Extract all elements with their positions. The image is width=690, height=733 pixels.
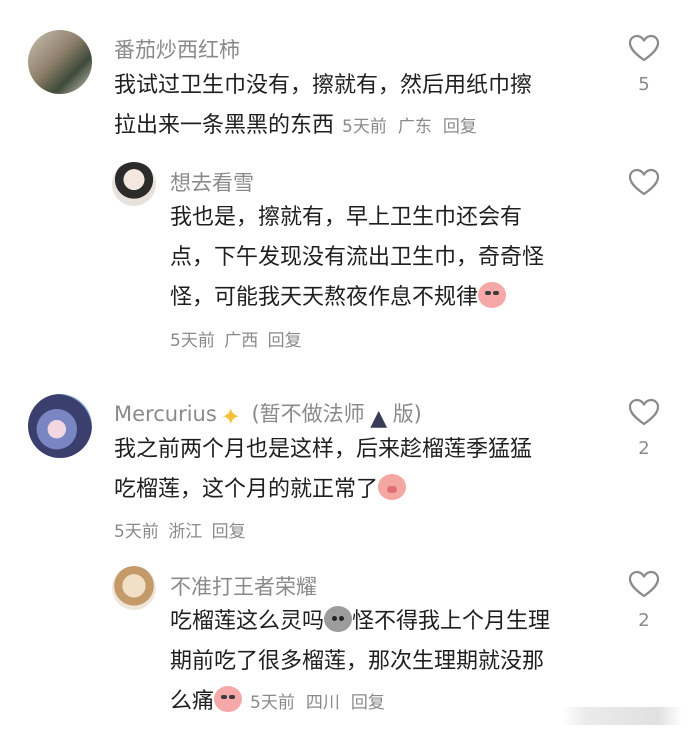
reply-button[interactable]: 回复 (212, 522, 246, 542)
heart-outline-icon (628, 398, 660, 426)
comment-text-line: 我也是，擦就有，早上卫生巾还会有 (170, 205, 523, 230)
crying-face-emoji (478, 282, 507, 308)
username[interactable]: Mercurius ✦ (暂不做法师 ▲ 版) (114, 398, 422, 432)
like-button[interactable]: 2 (626, 570, 662, 631)
location: 四川 (305, 693, 340, 713)
like-count: 2 (638, 438, 650, 459)
comment-text-line: 拉出来一条黑黑的东西 (114, 113, 335, 138)
comment-text[interactable]: 我之前两个月也是这样，后来趁榴莲季猛猛 吃榴莲，这个月的就正常了 (114, 430, 532, 510)
location: 浙江 (168, 522, 203, 542)
comment-text-line: 怪，可能我天天熬夜作息不规律 (170, 285, 479, 310)
comment-text-line-with-emoji: 怪，可能我天天熬夜作息不规律 (170, 278, 544, 318)
like-count: 5 (638, 74, 650, 95)
pig-face-emoji (378, 474, 407, 500)
like-button[interactable] (626, 168, 662, 196)
reply-button[interactable]: 回复 (443, 117, 477, 137)
username[interactable]: 番茄炒西红柿 (114, 34, 240, 64)
rock-face-emoji (324, 606, 353, 632)
username-suffix: (暂不做法师 (251, 402, 365, 426)
like-button[interactable]: 2 (626, 398, 662, 459)
comment-text-line: 么痛 (170, 689, 215, 714)
comment-text-line: 吃榴莲，这个月的就正常了 (114, 477, 379, 502)
timestamp: 5天前 (250, 693, 295, 713)
comment-text-line: 点，下午发现没有流出卫生巾，奇奇怪 (170, 245, 545, 270)
like-button[interactable]: 5 (626, 34, 662, 95)
avatar[interactable] (112, 566, 156, 610)
comment-text-line: 期前吃了很多榴莲，那次生理期就没那 (170, 649, 545, 674)
comment-text-line-with-meta: 么痛 5天前 四川 回复 (170, 682, 550, 723)
comment-text-line: 怪不得我上个月生理 (352, 609, 551, 634)
reply-button[interactable]: 回复 (268, 331, 302, 351)
location: 广东 (397, 117, 432, 137)
like-count: 2 (638, 610, 650, 631)
avatar[interactable] (28, 394, 92, 458)
comment-text-line: 我试过卫生巾没有，擦就有，然后用纸巾擦 (114, 73, 533, 98)
comment-meta: 5天前 浙江 回复 (114, 517, 246, 542)
watermark (562, 707, 682, 725)
timestamp: 5天前 (342, 117, 387, 137)
heart-outline-icon (628, 34, 660, 62)
comment-text-line-with-emoji: 吃榴莲这么灵吗 怪不得我上个月生理 (170, 602, 550, 642)
comment-text[interactable]: 吃榴莲这么灵吗 怪不得我上个月生理 期前吃了很多榴莲，那次生理期就没那 么痛 5天前… (170, 602, 550, 723)
comment-text-line-with-emoji: 吃榴莲，这个月的就正常了 (114, 470, 532, 510)
comment-text-line: 吃榴莲这么灵吗 (170, 609, 325, 634)
heart-outline-icon (628, 570, 660, 598)
witch-emoji: ▲ (370, 406, 388, 431)
comment-text-line-with-meta: 拉出来一条黑黑的东西 5天前 广东 回复 (114, 106, 532, 147)
timestamp: 5天前 (170, 331, 215, 351)
username[interactable]: 想去看雪 (170, 167, 254, 197)
sparkle-star-emoji: ✦ (220, 403, 241, 431)
crying-face-emoji (214, 686, 243, 712)
avatar[interactable] (112, 162, 156, 206)
comment-text[interactable]: 我也是，擦就有，早上卫生巾还会有 点，下午发现没有流出卫生巾，奇奇怪 怪，可能我… (170, 198, 544, 318)
username-suffix: 版) (392, 402, 422, 426)
username-text: Mercurius (114, 402, 217, 426)
timestamp: 5天前 (114, 522, 159, 542)
reply-button[interactable]: 回复 (351, 693, 385, 713)
heart-outline-icon (628, 168, 660, 196)
username[interactable]: 不准打王者荣耀 (170, 571, 317, 601)
location: 广西 (224, 331, 259, 351)
comment-text-line: 我之前两个月也是这样，后来趁榴莲季猛猛 (114, 437, 533, 462)
comment-meta: 5天前 广西 回复 (170, 326, 302, 351)
avatar[interactable] (28, 30, 92, 94)
comment-text[interactable]: 我试过卫生巾没有，擦就有，然后用纸巾擦 拉出来一条黑黑的东西 5天前 广东 回复 (114, 66, 532, 147)
